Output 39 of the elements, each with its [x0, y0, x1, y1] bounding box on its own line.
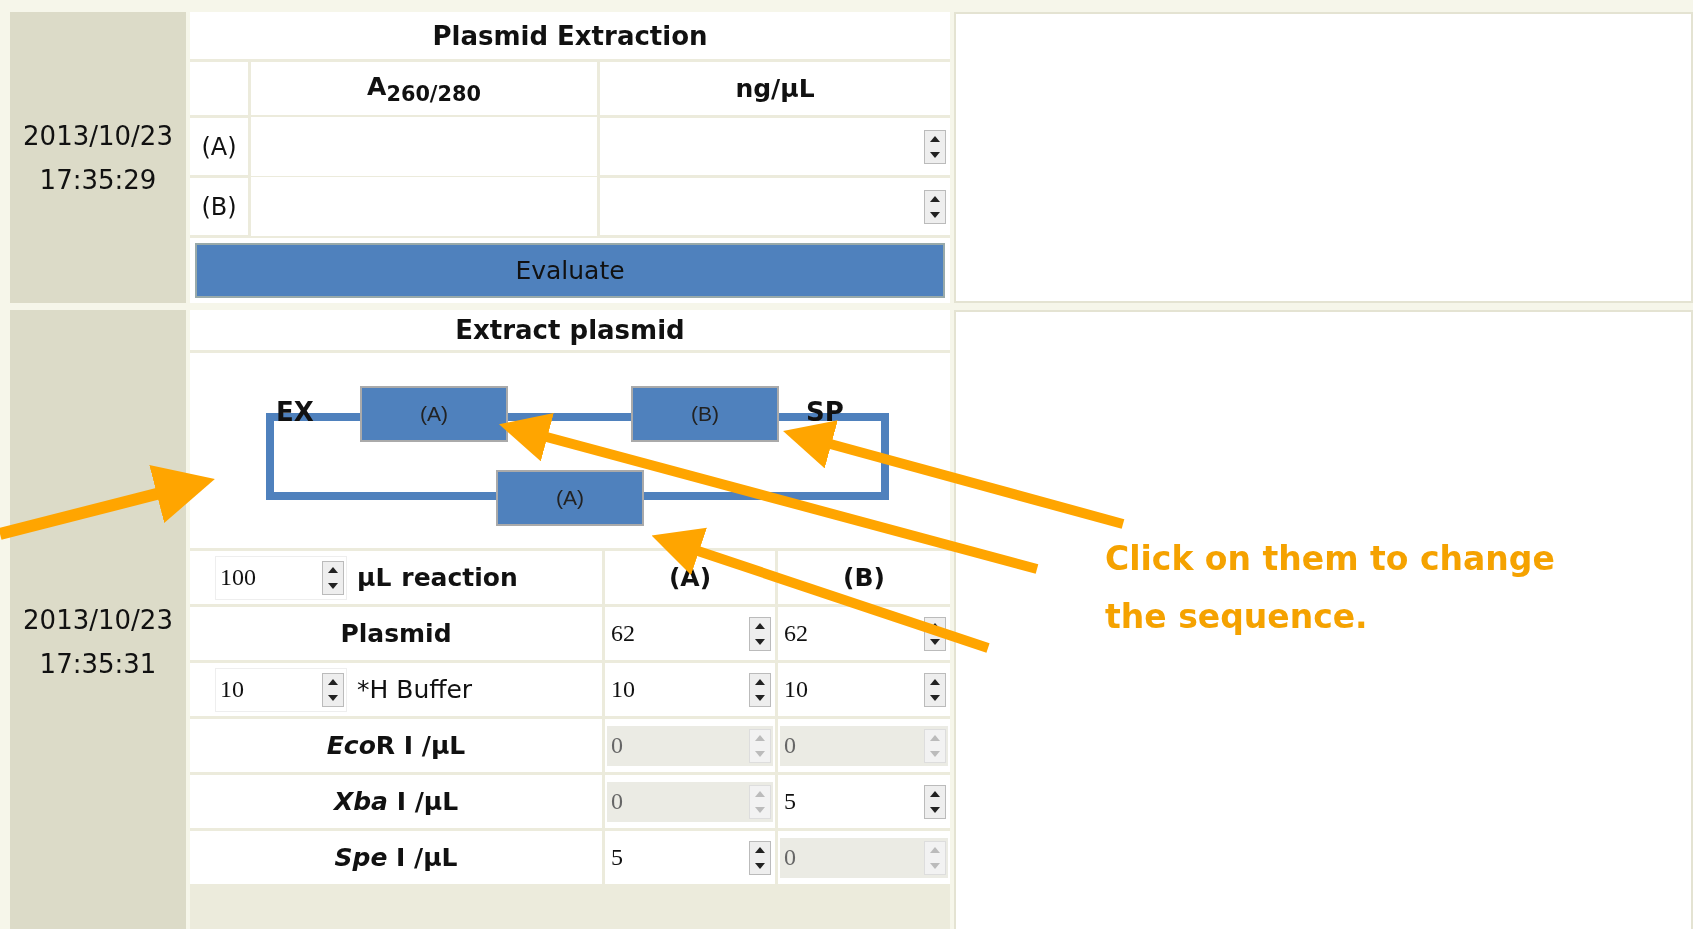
column-header: (B)	[843, 563, 885, 592]
timestamp-time: 17:35:29	[39, 163, 157, 197]
row-label: Xba I /μL	[333, 787, 459, 816]
end-label: EX	[276, 397, 314, 427]
reaction-label: reaction	[401, 563, 518, 592]
annotation-text: Click on them to change the sequence.	[1105, 538, 1555, 638]
sequence-block[interactable]: (B)	[631, 386, 779, 442]
spinner-icon[interactable]	[322, 672, 344, 707]
row-label: (B)	[190, 178, 248, 235]
timestamp-time: 17:35:31	[39, 648, 157, 681]
timestamp-date: 2013/10/23	[23, 119, 173, 153]
row-label: (A)	[190, 118, 248, 175]
column-header: ng/μL	[735, 74, 815, 103]
sequence-block[interactable]: (A)	[360, 386, 508, 442]
end-label: SP	[806, 397, 844, 427]
unit-label: μL	[357, 563, 392, 592]
spinner-icon[interactable]	[924, 672, 946, 707]
evaluate-button[interactable]: Evaluate	[195, 243, 945, 298]
number-field[interactable]: 10	[215, 667, 347, 712]
spinner-icon[interactable]	[924, 189, 946, 224]
timestamp-date: 2013/10/23	[23, 604, 173, 637]
panel-title: Plasmid Extraction	[190, 12, 950, 59]
row-label: Plasmid	[340, 619, 452, 648]
number-field[interactable]: 100	[215, 555, 347, 600]
spinner-icon[interactable]	[924, 784, 946, 819]
row-label: *H Buffer	[357, 675, 473, 704]
spinner-icon[interactable]	[322, 560, 344, 595]
table-cell	[190, 62, 248, 115]
sequence-block[interactable]: (A)	[496, 470, 644, 526]
input-field[interactable]	[251, 117, 597, 176]
spinner-icon[interactable]	[924, 129, 946, 164]
column-header: A$_{260/280}$	[367, 71, 481, 106]
row-label: Spe I /μL	[334, 843, 458, 872]
spinner-icon[interactable]	[749, 840, 771, 875]
input-field[interactable]	[251, 177, 597, 236]
spinner-icon[interactable]	[749, 616, 771, 651]
row-label: EcoR I /μL	[326, 731, 466, 760]
spinner-icon[interactable]	[749, 672, 771, 707]
panel-title: Extract plasmid	[190, 310, 950, 350]
